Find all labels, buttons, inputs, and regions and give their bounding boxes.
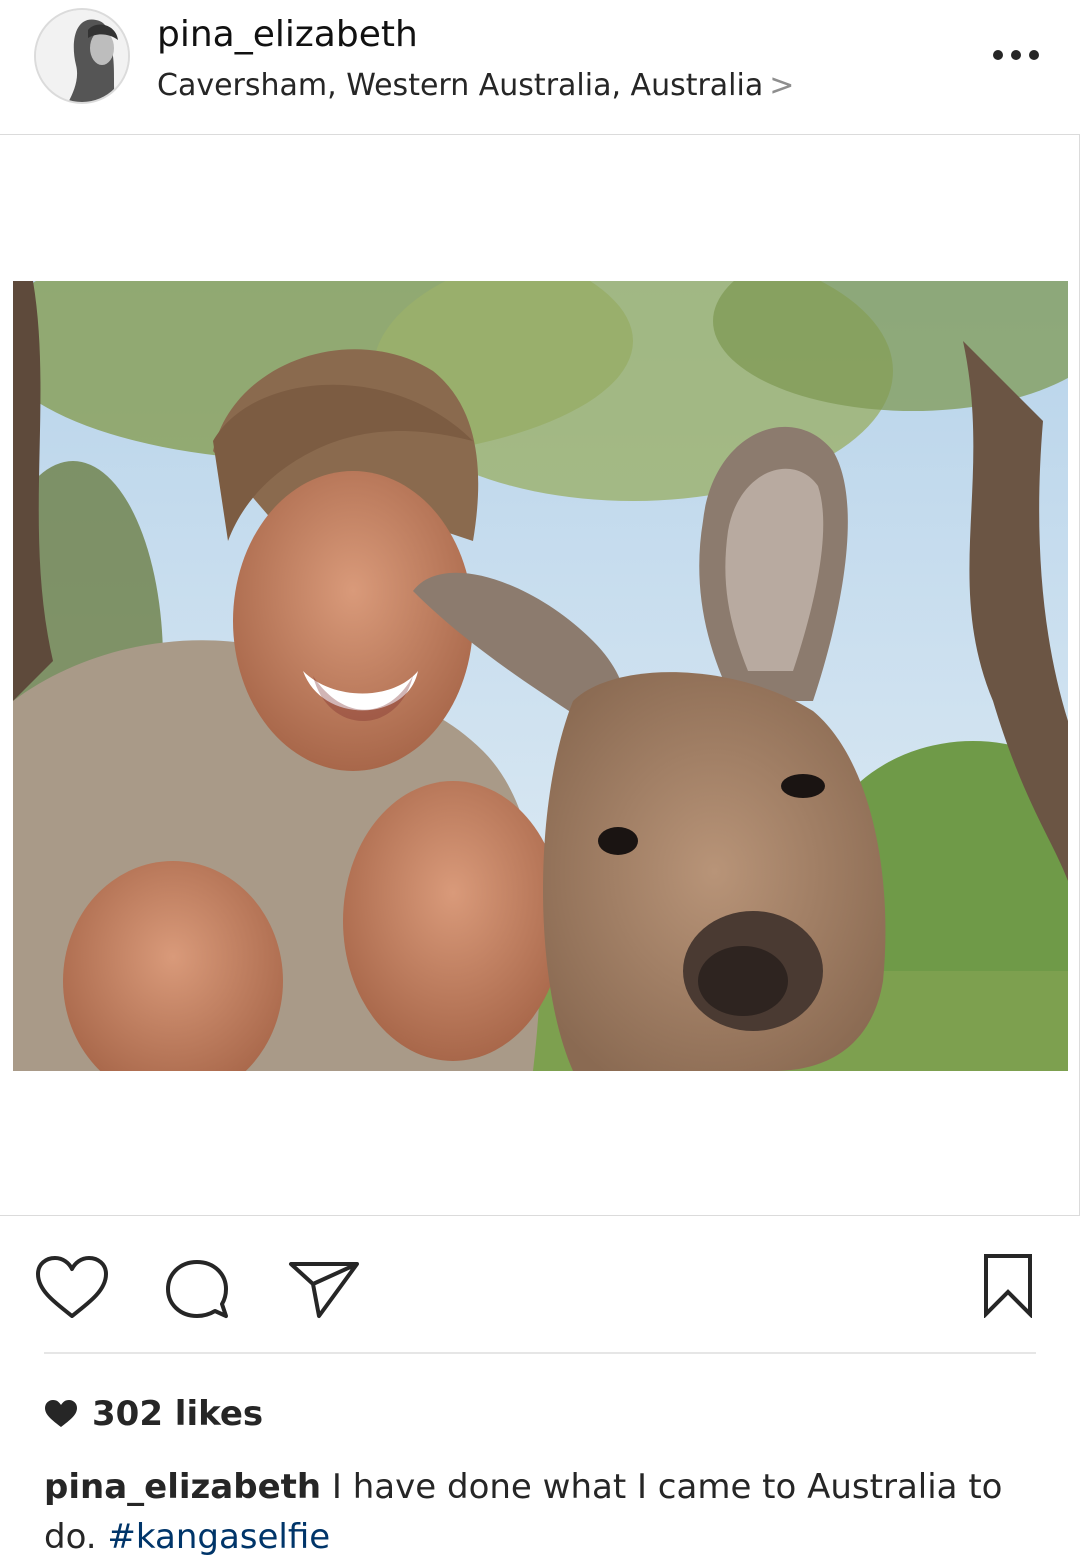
caption: pina_elizabeth I have done what I came t… [44,1462,1044,1562]
post-photo[interactable] [13,281,1068,1071]
avatar-image [36,10,128,102]
divider [44,1352,1036,1354]
chevron-right-icon: > [769,68,795,103]
avatar[interactable] [34,8,130,104]
kangaroo-selfie-image [13,281,1068,1071]
caption-hashtag[interactable]: #kangaselfie [107,1517,330,1557]
likes-count[interactable]: 302 likes [92,1394,263,1434]
post-header: pina_elizabeth Caversham, Western Austra… [0,0,1080,134]
heart-filled-icon [45,1400,77,1427]
action-bar [0,1240,1080,1340]
comment-bubble-icon[interactable] [162,1258,232,1322]
post-username[interactable]: pina_elizabeth [157,14,418,55]
location-text[interactable]: Caversham, Western Australia, Australia [157,68,763,103]
ellipsis-icon[interactable] [988,40,1044,70]
post-location[interactable]: Caversham, Western Australia, Australia > [157,68,794,103]
heart-outline-icon[interactable] [34,1254,110,1320]
bookmark-icon[interactable] [982,1252,1034,1318]
paper-plane-icon[interactable] [287,1254,361,1320]
caption-username[interactable]: pina_elizabeth [44,1467,321,1507]
likes-row[interactable]: 302 likes [44,1392,263,1436]
